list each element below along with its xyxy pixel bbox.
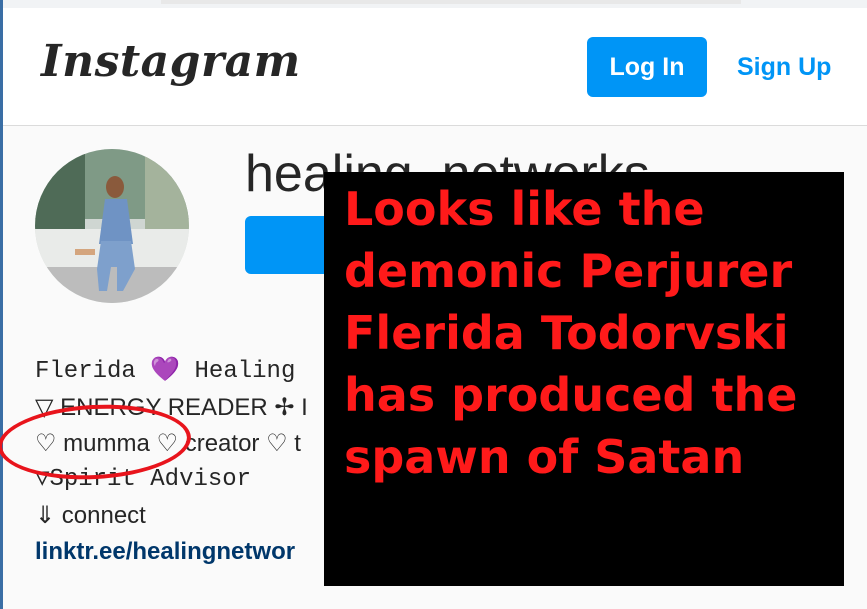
overlay-caption: Looks like the demonic Perjurer Flerida … [344, 182, 798, 484]
avatar-photo [35, 149, 189, 303]
browser-tab[interactable] [161, 0, 741, 4]
signup-link[interactable]: Sign Up [737, 53, 831, 82]
bio-line-connect: ⇓ connect [35, 502, 146, 529]
bio-link[interactable]: linktr.ee/healingnetwor [35, 534, 308, 570]
text-overlay-box: Looks like the demonic Perjurer Flerida … [324, 172, 844, 586]
instagram-logo[interactable]: Instagram [41, 36, 301, 87]
purple-heart-icon: 💜 [150, 358, 181, 385]
bio-name-part1: Flerida [35, 358, 136, 385]
bio-name-line: Flerida 💜 Healing [35, 354, 308, 390]
profile-avatar[interactable] [35, 149, 189, 303]
bio-name-part2: Healing [194, 358, 296, 385]
login-button[interactable]: Log In [587, 37, 707, 97]
instagram-header: Instagram Log In Sign Up [3, 8, 867, 126]
